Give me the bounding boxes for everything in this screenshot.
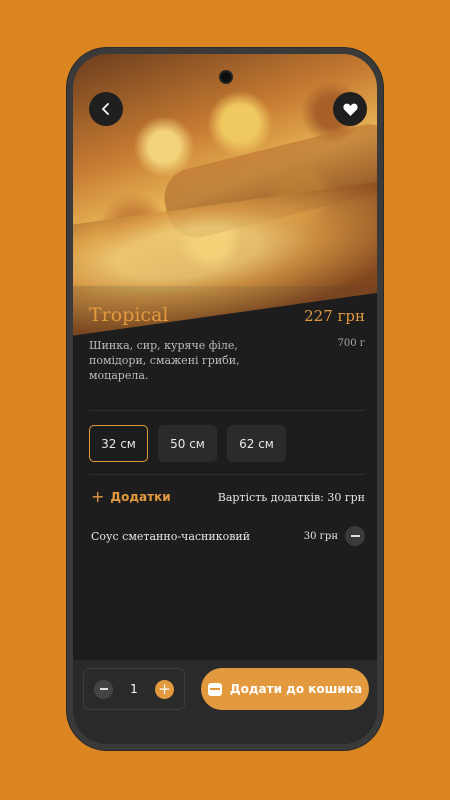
addon-name: Соус сметанно-часниковий xyxy=(91,529,251,543)
divider xyxy=(89,410,365,411)
addons-header: + Додатки Вартість додатків: 30 грн xyxy=(91,487,365,506)
decrease-quantity-button[interactable] xyxy=(94,679,113,699)
addons-cost: Вартість додатків: 30 грн xyxy=(217,490,365,504)
addons-button-label: Додатки xyxy=(110,490,171,504)
size-option-50[interactable]: 50 см xyxy=(158,425,217,462)
remove-addon-button[interactable] xyxy=(345,526,365,546)
divider xyxy=(89,474,365,475)
size-selector: 32 см 50 см 62 см xyxy=(89,425,286,462)
front-camera xyxy=(219,70,233,84)
plus-icon: + xyxy=(91,487,105,506)
product-title: Tropical xyxy=(89,304,169,326)
add-to-cart-label: Додати до кошика xyxy=(229,682,363,696)
quantity-value: 1 xyxy=(130,682,138,696)
product-info: Tropical 227 грн Шинка, сир, куряче філе… xyxy=(89,304,365,383)
cart-icon xyxy=(207,682,222,696)
addon-price: 30 грн xyxy=(303,530,338,542)
back-button[interactable] xyxy=(89,92,123,126)
chevron-left-icon xyxy=(101,103,109,115)
addon-item: Соус сметанно-часниковий 30 грн xyxy=(91,526,365,546)
size-option-62[interactable]: 62 см xyxy=(227,425,286,462)
bottom-bar: 1 + Додати до кошика xyxy=(73,660,377,744)
minus-icon xyxy=(99,688,108,690)
increase-quantity-button[interactable]: + xyxy=(154,679,174,699)
app-screen: Tropical 227 грн Шинка, сир, куряче філе… xyxy=(73,54,377,744)
quantity-stepper: 1 + xyxy=(83,668,185,710)
heart-icon xyxy=(342,103,358,116)
favorite-button[interactable] xyxy=(333,92,367,126)
product-image xyxy=(73,54,377,338)
size-option-32[interactable]: 32 см xyxy=(89,425,148,462)
minus-icon xyxy=(350,535,360,537)
product-price: 227 грн xyxy=(304,307,365,325)
product-description: Шинка, сир, куряче філе, помідори, смаже… xyxy=(89,339,240,382)
addons-button[interactable]: + Додатки xyxy=(91,487,171,506)
product-weight: 700 г xyxy=(337,338,365,349)
phone-frame: Tropical 227 грн Шинка, сир, куряче філе… xyxy=(67,48,383,750)
add-to-cart-button[interactable]: Додати до кошика xyxy=(201,668,369,710)
